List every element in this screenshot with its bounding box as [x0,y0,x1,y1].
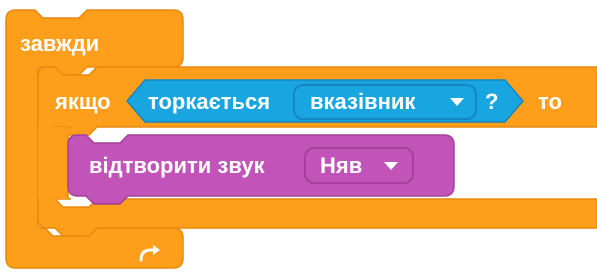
chevron-down-icon [384,162,398,170]
sound-dropdown-value: Няв [320,153,363,178]
touching-question-mark: ? [485,89,499,114]
then-label: то [538,89,562,114]
touching-label: торкається [148,89,271,114]
script-canvas: завжди якщо торкається вказівник ? то ві… [0,0,597,274]
if-label: якщо [55,89,111,114]
play-sound-label: відтворити звук [89,153,265,178]
touching-dropdown-value: вказівник [310,89,416,114]
chevron-down-icon [450,98,464,106]
if-block-arm [38,127,68,199]
forever-label: завжди [20,31,100,56]
